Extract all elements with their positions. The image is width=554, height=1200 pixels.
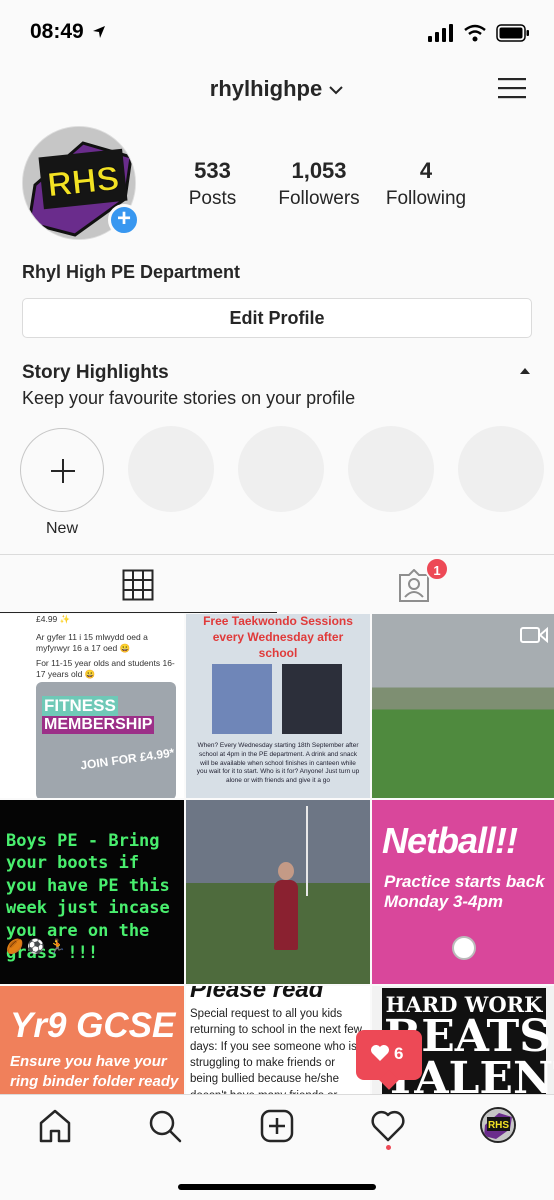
username: rhylhighpe bbox=[209, 76, 323, 101]
profile-stats: 533 Posts 1,053 Followers 4 Following bbox=[160, 158, 540, 210]
following-label: Following bbox=[385, 188, 467, 209]
fitness-card: FITNESS MEMBERSHIP JOIN FOR £4.99* bbox=[36, 682, 176, 798]
profile-avatar[interactable]: RHS + bbox=[22, 126, 140, 240]
post-text: MEMBERSHIP bbox=[42, 716, 155, 734]
activity-indicator-dot bbox=[386, 1145, 391, 1150]
home-icon[interactable] bbox=[38, 1109, 72, 1143]
highlight-placeholder bbox=[348, 426, 434, 512]
post-text: FITNESS bbox=[42, 696, 118, 716]
grid-icon bbox=[122, 569, 154, 601]
status-indicators bbox=[428, 24, 530, 42]
posts-label: Posts bbox=[188, 188, 237, 209]
tab-grid[interactable] bbox=[0, 555, 277, 613]
post-taekwondo[interactable]: Free Taekwondo Sessions every Wednesday … bbox=[186, 614, 370, 798]
highlight-placeholder bbox=[128, 426, 214, 512]
post-photo bbox=[282, 664, 342, 734]
new-post-icon[interactable] bbox=[260, 1109, 294, 1143]
posts-count: 533 bbox=[194, 158, 231, 183]
new-highlight-label: New bbox=[45, 520, 78, 537]
post-rugby-photo[interactable] bbox=[186, 800, 370, 984]
account-switcher[interactable]: rhylhighpe bbox=[0, 76, 554, 102]
story-highlights-subtitle: Keep your favourite stories on your prof… bbox=[22, 388, 356, 408]
status-time: 08:49 bbox=[30, 20, 106, 44]
post-text: every Wednesday after bbox=[212, 630, 344, 644]
post-text: Free Taekwondo Sessions bbox=[203, 614, 353, 628]
followers-count: 1,053 bbox=[291, 158, 347, 183]
highlight-placeholder bbox=[238, 426, 324, 512]
post-text: When? Every Wednesday starting 18th Sept… bbox=[196, 742, 360, 785]
activity-heart-icon[interactable] bbox=[371, 1109, 405, 1143]
tab-tagged[interactable]: 1 bbox=[277, 555, 554, 613]
avatar-text: RHS bbox=[488, 1120, 509, 1131]
chevron-down-icon bbox=[329, 86, 343, 95]
svg-text:RHS: RHS bbox=[46, 159, 121, 204]
highlight-placeholder bbox=[458, 426, 544, 512]
post-fitness-membership[interactable]: £4.99 ✨ Ar gyfer 11 i 15 mlwydd oed a my… bbox=[0, 614, 184, 798]
status-bar: 08:49 bbox=[0, 0, 554, 64]
cellular-signal-icon bbox=[428, 24, 453, 42]
display-name: Rhyl High PE Department bbox=[22, 262, 241, 282]
post-yr9-gcse[interactable]: Yr9 GCSE Ensure you have your ring binde… bbox=[0, 986, 184, 1094]
followers-stat[interactable]: 1,053 Followers bbox=[265, 158, 373, 210]
post-grid: £4.99 ✨ Ar gyfer 11 i 15 mlwydd oed a my… bbox=[0, 614, 554, 1094]
post-text: Practice starts back Monday 3-4pm bbox=[384, 872, 545, 912]
post-photo bbox=[212, 664, 272, 734]
post-text: Ar gyfer 11 i 15 mlwydd oed a myfyrwyr 1… bbox=[36, 632, 148, 654]
likes-count: 6 bbox=[394, 1044, 404, 1063]
profile-tabs: 1 bbox=[0, 554, 554, 613]
profile-header: rhylhighpe bbox=[0, 64, 554, 116]
story-highlights-title: Story Highlights bbox=[22, 362, 169, 383]
post-text: Ensure you have your ring binder folder … bbox=[10, 1053, 179, 1094]
post-text: Yr9 GCSE bbox=[10, 1006, 176, 1045]
profile-tab-avatar[interactable]: RHS bbox=[480, 1107, 516, 1143]
post-text: £4.99 ✨ bbox=[36, 614, 71, 624]
post-text: Please read bbox=[190, 986, 324, 1003]
post-field-video[interactable] bbox=[372, 614, 554, 798]
posts-stat[interactable]: 533 Posts bbox=[160, 158, 265, 210]
post-text: For 11-15 year olds and students 16-17 y… bbox=[36, 658, 175, 680]
post-text: JOIN FOR £4.99* bbox=[79, 745, 176, 773]
search-icon[interactable] bbox=[148, 1109, 182, 1143]
chevron-up-icon[interactable] bbox=[518, 364, 532, 378]
wifi-icon bbox=[464, 24, 486, 42]
hamburger-menu-icon[interactable] bbox=[498, 76, 526, 100]
following-count: 4 bbox=[419, 158, 433, 183]
post-text: Special request to all you kids returnin… bbox=[190, 1008, 362, 1094]
location-arrow-icon bbox=[92, 26, 105, 39]
post-text: Netball!! bbox=[382, 820, 518, 861]
post-please-read[interactable]: Please read Special request to all you k… bbox=[186, 986, 370, 1094]
tagged-count-badge: 1 bbox=[425, 557, 449, 581]
followers-label: Followers bbox=[278, 188, 360, 209]
activity-notification-bubble[interactable]: 6 bbox=[356, 1030, 422, 1090]
post-netball[interactable]: Netball!! Practice starts back Monday 3-… bbox=[372, 800, 554, 984]
volleyball-icon bbox=[452, 936, 476, 960]
add-story-plus-icon[interactable]: + bbox=[108, 204, 140, 236]
post-text: 🏉 ⚽ 🏃 bbox=[6, 938, 67, 954]
home-indicator[interactable] bbox=[178, 1184, 376, 1190]
battery-icon bbox=[496, 24, 529, 42]
video-camera-icon bbox=[520, 626, 548, 644]
following-stat[interactable]: 4 Following bbox=[373, 158, 479, 210]
post-boys-pe[interactable]: Boys PE - Bring your boots if you have P… bbox=[0, 800, 184, 984]
heart-icon bbox=[371, 1045, 389, 1061]
post-text: school bbox=[258, 646, 298, 660]
new-highlight-button[interactable] bbox=[20, 428, 104, 512]
edit-profile-button[interactable]: Edit Profile bbox=[22, 298, 532, 338]
